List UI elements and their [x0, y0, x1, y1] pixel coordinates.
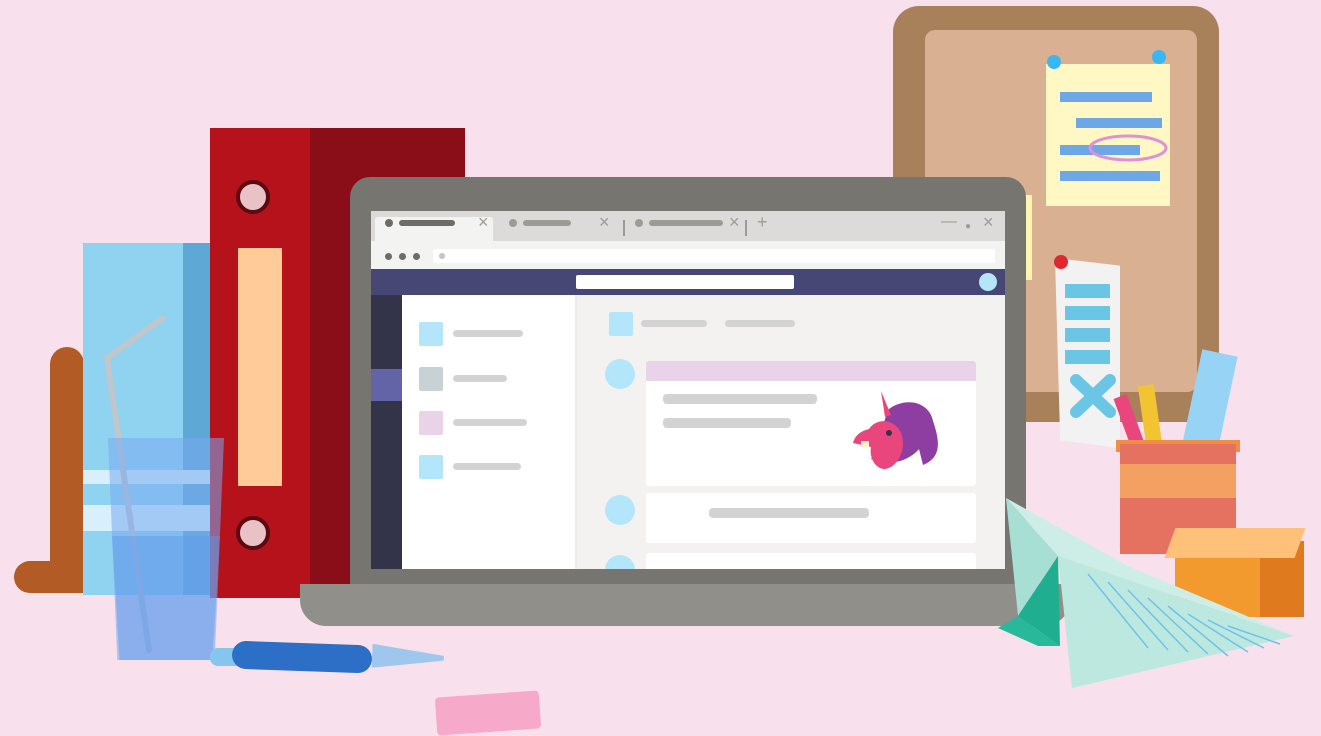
list-item-icon — [419, 367, 443, 391]
glass-water — [112, 536, 220, 660]
app-rail — [371, 295, 402, 569]
binder-ring-icon — [236, 180, 270, 214]
wooden-bookend — [50, 347, 84, 591]
window-close-icon[interactable]: × — [983, 213, 994, 231]
pushpin-icon — [1054, 255, 1068, 269]
address-bar[interactable] — [433, 249, 995, 263]
reload-icon[interactable] — [413, 253, 420, 260]
pencil-cup-band — [1120, 464, 1236, 498]
note-line — [1076, 118, 1162, 128]
tab-close-icon[interactable]: × — [478, 213, 489, 231]
message-card[interactable] — [646, 493, 976, 543]
note-line — [1060, 92, 1152, 102]
tab-favicon-icon — [385, 219, 393, 227]
channel-title — [641, 320, 707, 327]
minimize-icon[interactable]: — — [941, 213, 957, 231]
tab-favicon-icon — [635, 219, 643, 227]
tab-close-icon[interactable]: × — [599, 213, 610, 231]
avatar — [605, 359, 635, 389]
list-item-icon — [419, 455, 443, 479]
tab-title — [399, 220, 455, 226]
message-card-header — [646, 361, 976, 381]
laptop-screen: × × × + — ● × — [371, 211, 1005, 569]
site-info-icon — [439, 253, 445, 259]
avatar[interactable] — [979, 273, 997, 291]
maximize-icon[interactable]: ● — [965, 218, 971, 236]
x-mark-icon — [1070, 374, 1116, 418]
message-text — [663, 394, 817, 404]
channel-tab[interactable] — [725, 320, 795, 327]
pen — [231, 640, 373, 674]
search-input[interactable] — [576, 275, 794, 289]
message-card[interactable] — [646, 553, 976, 569]
channel-icon — [609, 312, 633, 336]
binder-ring-icon — [236, 516, 270, 550]
receipt-line — [1065, 306, 1110, 320]
list-item[interactable] — [453, 330, 523, 337]
message-text — [663, 418, 791, 428]
note-line — [1060, 171, 1160, 181]
browser-tab[interactable] — [649, 220, 723, 226]
tab-separator — [623, 220, 625, 236]
list-item-icon — [419, 322, 443, 346]
laptop-base — [300, 584, 1070, 626]
circle-annotation-icon — [1088, 134, 1168, 162]
tab-favicon-icon — [509, 219, 517, 227]
list-item[interactable] — [453, 375, 507, 382]
tab-separator — [745, 220, 747, 236]
list-item[interactable] — [453, 463, 521, 470]
wooden-bookend-base — [14, 561, 94, 593]
paper-airplane-icon — [998, 498, 1294, 688]
forward-icon[interactable] — [399, 253, 406, 260]
avatar — [605, 495, 635, 525]
rail-item-active[interactable] — [371, 369, 402, 401]
eraser — [434, 690, 542, 736]
receipt-line — [1065, 350, 1110, 364]
browser-tab[interactable] — [523, 220, 571, 226]
receipt-line — [1065, 328, 1110, 342]
list-item-icon — [419, 411, 443, 435]
pushpin-icon — [1047, 55, 1061, 69]
desk-illustration: × × × + — ● × — [0, 0, 1321, 736]
binder-label-tape — [238, 248, 282, 486]
pushpin-icon — [1152, 50, 1166, 64]
message-text — [709, 508, 869, 518]
receipt-line — [1065, 284, 1110, 298]
tab-close-icon[interactable]: × — [729, 213, 740, 231]
back-icon[interactable] — [385, 253, 392, 260]
list-item[interactable] — [453, 419, 527, 426]
new-tab-icon[interactable]: + — [757, 213, 768, 231]
pen-tip — [372, 644, 445, 670]
unicorn-illustration-icon — [853, 391, 938, 469]
